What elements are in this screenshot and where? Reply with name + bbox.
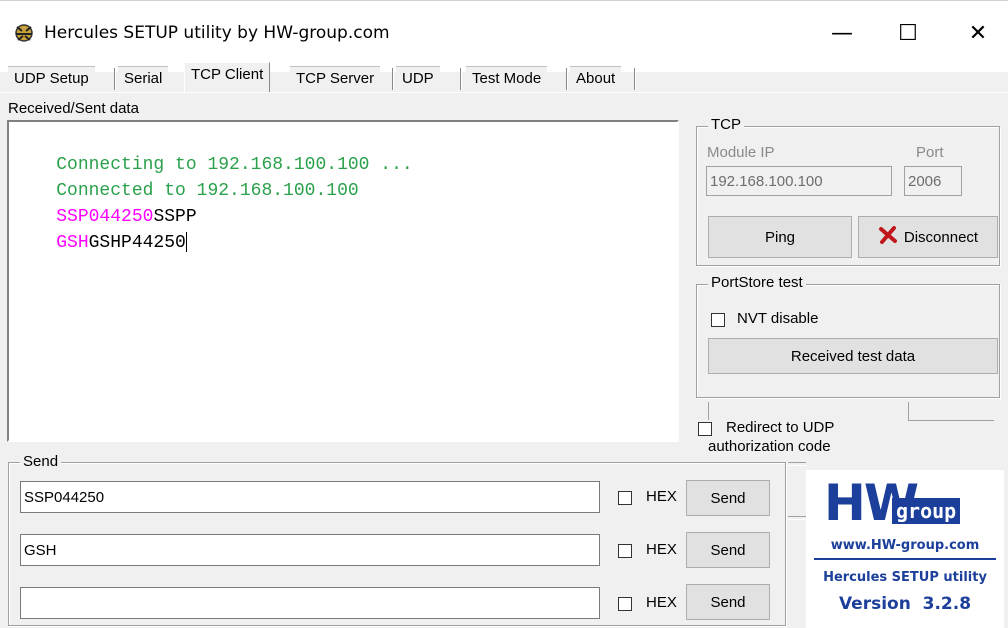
tab-udp-setup[interactable]: UDP Setup bbox=[8, 66, 95, 92]
hex-checkbox-3[interactable] bbox=[618, 597, 632, 611]
send-button-label: Send bbox=[710, 489, 746, 507]
hex-checkbox-1[interactable] bbox=[618, 491, 632, 505]
send-input-1[interactable]: SSP044250 bbox=[20, 481, 600, 513]
tcp-group-label: TCP bbox=[708, 116, 744, 133]
logo-app-name: Hercules SETUP utility bbox=[823, 570, 987, 585]
tab-udp[interactable]: UDP bbox=[396, 66, 440, 92]
redirect-group-border bbox=[908, 402, 909, 420]
ping-label: Ping bbox=[764, 228, 796, 246]
hex-label-2: HEX bbox=[646, 541, 677, 558]
module-ip-label: Module IP bbox=[707, 144, 775, 161]
port-label: Port bbox=[916, 144, 944, 161]
redirect-udp-checkbox[interactable] bbox=[698, 422, 712, 436]
received-text: GSHP44250 bbox=[88, 233, 186, 253]
logo-group-text: group bbox=[892, 498, 961, 524]
tab-tcp-server[interactable]: TCP Server bbox=[290, 66, 381, 92]
close-button[interactable]: ✕ bbox=[950, 7, 1006, 59]
send-button-2[interactable]: Send bbox=[686, 532, 770, 568]
sent-text: GSH bbox=[56, 233, 89, 253]
tab-separator bbox=[392, 68, 394, 90]
tab-separator bbox=[566, 68, 568, 90]
tab-separator bbox=[634, 68, 636, 90]
maximize-icon: ☐ bbox=[898, 20, 918, 46]
send-input-3[interactable] bbox=[20, 587, 600, 619]
port-field[interactable]: 2006 bbox=[904, 166, 962, 196]
splitter bbox=[788, 516, 806, 520]
hw-group-logo[interactable]: HW group www.HW-group.com Hercules SETUP… bbox=[806, 470, 1004, 628]
received-text: SSPP bbox=[153, 207, 197, 227]
disconnect-label: Disconnect bbox=[903, 228, 979, 246]
maximize-button[interactable]: ☐ bbox=[880, 7, 936, 59]
nvt-disable-checkbox[interactable] bbox=[711, 313, 725, 327]
send-group-label: Send bbox=[20, 453, 62, 470]
send-button-label: Send bbox=[710, 593, 746, 611]
received-test-data-label: Received test data bbox=[790, 347, 916, 365]
text-caret bbox=[185, 232, 187, 253]
nvt-disable-label: NVT disable bbox=[737, 310, 819, 327]
received-text: Connected to 192.168.100.100 bbox=[56, 181, 359, 201]
tab-test-mode[interactable]: Test Mode bbox=[466, 66, 548, 92]
send-input-2[interactable]: GSH bbox=[20, 534, 600, 566]
portstore-group-label: PortStore test bbox=[708, 274, 806, 291]
received-data-textarea[interactable]: Connecting to 192.168.100.100 ... Connec… bbox=[7, 120, 679, 442]
authorization-code-label: authorization code bbox=[708, 438, 831, 455]
received-label: Received/Sent data bbox=[8, 100, 139, 117]
send-button-3[interactable]: Send bbox=[686, 584, 770, 620]
send-button-label: Send bbox=[710, 541, 746, 559]
tab-separator bbox=[114, 68, 116, 90]
ping-button[interactable]: Ping bbox=[708, 216, 852, 258]
tab-separator bbox=[460, 68, 462, 90]
disconnect-button[interactable]: Disconnect bbox=[858, 216, 998, 258]
received-test-data-button[interactable]: Received test data bbox=[708, 338, 998, 374]
sent-text: SSP044250 bbox=[56, 207, 154, 227]
tab-strip: UDP Setup Serial TCP Client TCP Server U… bbox=[0, 62, 1008, 94]
redirect-group-border bbox=[908, 420, 994, 421]
app-icon bbox=[12, 21, 36, 49]
logo-divider bbox=[814, 558, 996, 560]
splitter bbox=[788, 462, 806, 466]
tab-tcp-client[interactable]: TCP Client bbox=[184, 62, 271, 92]
window-title: Hercules SETUP utility by HW-group.com bbox=[44, 23, 390, 43]
hex-checkbox-2[interactable] bbox=[618, 544, 632, 558]
disconnect-icon bbox=[878, 225, 898, 249]
received-line: Connecting to 192.168.100.100 ... bbox=[13, 126, 673, 175]
tab-about[interactable]: About bbox=[570, 66, 622, 92]
hex-label-1: HEX bbox=[646, 488, 677, 505]
send-button-1[interactable]: Send bbox=[686, 480, 770, 516]
logo-url: www.HW-group.com bbox=[830, 538, 980, 553]
close-icon: ✕ bbox=[968, 20, 988, 46]
tab-serial[interactable]: Serial bbox=[118, 66, 169, 92]
module-ip-field[interactable]: 192.168.100.100 bbox=[706, 166, 892, 196]
redirect-udp-label: Redirect to UDP bbox=[726, 419, 835, 436]
tab-panel-border bbox=[0, 92, 1008, 93]
hex-label-3: HEX bbox=[646, 594, 677, 611]
minimize-icon: — bbox=[831, 20, 853, 46]
redirect-group-border bbox=[708, 402, 709, 420]
logo-version: Version 3.2.8 bbox=[838, 594, 972, 614]
redirect-group: Redirect to UDP authorization code bbox=[696, 400, 1000, 456]
minimize-button[interactable]: — bbox=[814, 7, 870, 59]
received-text: Connecting to 192.168.100.100 ... bbox=[56, 155, 413, 175]
